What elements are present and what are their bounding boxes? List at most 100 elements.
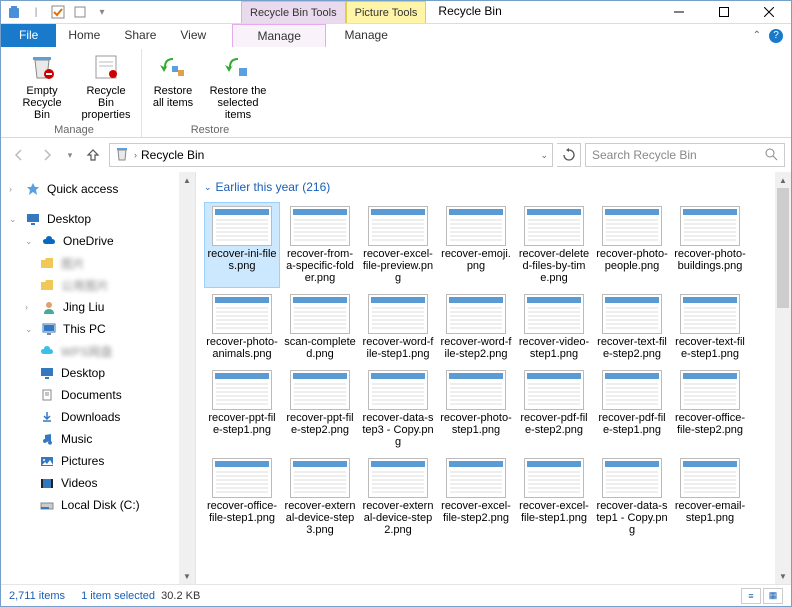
file-item[interactable]: recover-text-file-step2.png xyxy=(594,290,670,364)
thumbnails-view-button[interactable]: ▦ xyxy=(763,588,783,604)
scroll-up-icon[interactable]: ▲ xyxy=(775,172,791,188)
collapse-ribbon-icon[interactable]: ⌃ xyxy=(753,30,761,41)
file-item[interactable]: recover-deleted-files-by-time.png xyxy=(516,202,592,288)
nav-pictures[interactable]: Pictures xyxy=(1,450,195,472)
restore-selected-items-button[interactable]: Restore the selected items xyxy=(202,49,274,123)
nav-onedrive[interactable]: ⌄ OneDrive xyxy=(1,230,195,252)
nav-downloads[interactable]: Downloads xyxy=(1,406,195,428)
restore-all-items-button[interactable]: Restore all items xyxy=(146,49,200,123)
file-item[interactable]: recover-ppt-file-step1.png xyxy=(204,366,280,452)
nav-back-button[interactable] xyxy=(7,143,31,167)
refresh-button[interactable] xyxy=(557,143,581,167)
videos-icon xyxy=(39,475,55,491)
file-item[interactable]: recover-ppt-file-step2.png xyxy=(282,366,358,452)
file-item[interactable]: recover-data-step1 - Copy.png xyxy=(594,454,670,540)
nav-scrollbar[interactable]: ▲ ▼ xyxy=(179,172,195,584)
group-header[interactable]: ⌄ Earlier this year (216) xyxy=(196,172,791,198)
nav-music[interactable]: Music xyxy=(1,428,195,450)
search-input[interactable]: Search Recycle Bin xyxy=(585,143,785,167)
tab-file[interactable]: File xyxy=(1,24,56,47)
file-item[interactable]: recover-external-device-step2.png xyxy=(360,454,436,540)
file-item[interactable]: recover-photo-people.png xyxy=(594,202,670,288)
recycle-bin-properties-button[interactable]: Recycle Bin properties xyxy=(75,49,137,123)
nav-local-disk-c[interactable]: Local Disk (C:) xyxy=(1,494,195,516)
file-item[interactable]: recover-pdf-file-step1.png xyxy=(594,366,670,452)
chevron-down-icon[interactable]: ⌄ xyxy=(9,214,19,225)
file-item[interactable]: recover-external-device-step3.png xyxy=(282,454,358,540)
file-item[interactable]: recover-word-file-step2.png xyxy=(438,290,514,364)
file-item[interactable]: recover-pdf-file-step2.png xyxy=(516,366,592,452)
nav-thispc-desktop[interactable]: Desktop xyxy=(1,362,195,384)
chevron-right-icon[interactable]: › xyxy=(25,302,35,312)
file-item[interactable]: recover-email-step1.png xyxy=(672,454,748,540)
breadcrumb-location[interactable]: Recycle Bin xyxy=(141,148,204,162)
file-item[interactable]: recover-from-a-specific-folder.png xyxy=(282,202,358,288)
address-bar-row: ▾ › Recycle Bin ⌄ Search Recycle Bin xyxy=(1,138,791,172)
details-view-button[interactable]: ≡ xyxy=(741,588,761,604)
tab-share[interactable]: Share xyxy=(112,24,168,47)
close-button[interactable] xyxy=(746,1,791,23)
file-item[interactable]: recover-office-file-step1.png xyxy=(204,454,280,540)
nav-documents[interactable]: Documents xyxy=(1,384,195,406)
chevron-right-icon[interactable]: › xyxy=(9,184,19,194)
nav-this-pc[interactable]: ⌄ This PC xyxy=(1,318,195,340)
file-item[interactable]: recover-photo-buildings.png xyxy=(672,202,748,288)
maximize-button[interactable] xyxy=(701,1,746,23)
main-area: › Quick access ⌄ Desktop ⌄ OneDrive 图片 公… xyxy=(1,172,791,584)
nav-videos[interactable]: Videos xyxy=(1,472,195,494)
file-item[interactable]: scan-completed.png xyxy=(282,290,358,364)
tab-home[interactable]: Home xyxy=(56,24,112,47)
file-item[interactable]: recover-data-step3 - Copy.png xyxy=(360,366,436,452)
tab-manage-pic[interactable]: Manage xyxy=(326,24,406,47)
minimize-button[interactable] xyxy=(656,1,701,23)
file-item[interactable]: recover-excel-file-step2.png xyxy=(438,454,514,540)
ribbon-group-restore: Restore all items Restore the selected i… xyxy=(142,49,278,137)
file-item[interactable]: recover-photo-animals.png xyxy=(204,290,280,364)
nav-onedrive-folder-1[interactable]: 图片 xyxy=(1,252,195,274)
nav-wps[interactable]: WPS网盘 xyxy=(1,340,195,362)
search-placeholder: Search Recycle Bin xyxy=(592,148,764,162)
chevron-down-icon[interactable]: ⌄ xyxy=(25,236,35,247)
file-thumbnail xyxy=(680,458,740,498)
window-controls xyxy=(656,1,791,23)
chevron-down-icon[interactable]: ⌄ xyxy=(25,324,35,335)
file-item[interactable]: recover-emoji.png xyxy=(438,202,514,288)
user-icon xyxy=(41,299,57,315)
scroll-down-icon[interactable]: ▼ xyxy=(179,568,195,584)
file-item[interactable]: recover-text-file-step1.png xyxy=(672,290,748,364)
chevron-right-icon[interactable]: › xyxy=(134,150,137,160)
nav-user[interactable]: › Jing Liu xyxy=(1,296,195,318)
file-item[interactable]: recover-excel-file-step1.png xyxy=(516,454,592,540)
file-item[interactable]: recover-office-file-step2.png xyxy=(672,366,748,452)
address-dropdown-icon[interactable]: ⌄ xyxy=(540,150,548,161)
address-bar[interactable]: › Recycle Bin ⌄ xyxy=(109,143,553,167)
tab-manage-bin[interactable]: Manage xyxy=(232,24,326,47)
file-item[interactable]: recover-word-file-step1.png xyxy=(360,290,436,364)
downloads-icon xyxy=(39,409,55,425)
nav-history-dropdown[interactable]: ▾ xyxy=(63,143,77,167)
file-item[interactable]: recover-ini-files.png xyxy=(204,202,280,288)
qat-dropdown-icon[interactable]: ▾ xyxy=(93,3,111,21)
recycle-bin-icon[interactable] xyxy=(5,3,23,21)
nav-quick-access[interactable]: › Quick access xyxy=(1,178,195,200)
scroll-down-icon[interactable]: ▼ xyxy=(775,568,791,584)
nav-onedrive-folder-2[interactable]: 公用图片 xyxy=(1,274,195,296)
scrollbar-thumb[interactable] xyxy=(777,188,789,308)
scroll-up-icon[interactable]: ▲ xyxy=(179,172,195,188)
qat-properties-icon[interactable] xyxy=(71,3,89,21)
file-item[interactable]: recover-photo-step1.png xyxy=(438,366,514,452)
file-item[interactable]: recover-video-step1.png xyxy=(516,290,592,364)
file-item[interactable]: recover-excel-file-preview.png xyxy=(360,202,436,288)
nav-forward-button[interactable] xyxy=(35,143,59,167)
tab-view[interactable]: View xyxy=(168,24,218,47)
recycle-bin-addr-icon xyxy=(114,146,130,165)
nav-desktop[interactable]: ⌄ Desktop xyxy=(1,208,195,230)
content-scrollbar[interactable]: ▲ ▼ xyxy=(775,172,791,584)
nav-up-button[interactable] xyxy=(81,143,105,167)
help-icon[interactable]: ? xyxy=(769,29,783,43)
empty-recycle-bin-button[interactable]: Empty Recycle Bin xyxy=(11,49,73,123)
cloud-icon xyxy=(39,343,55,359)
chevron-down-icon[interactable]: ⌄ xyxy=(204,182,212,193)
content-pane: ⌄ Earlier this year (216) recover-ini-fi… xyxy=(196,172,791,584)
qat-checkbox-icon[interactable] xyxy=(49,3,67,21)
